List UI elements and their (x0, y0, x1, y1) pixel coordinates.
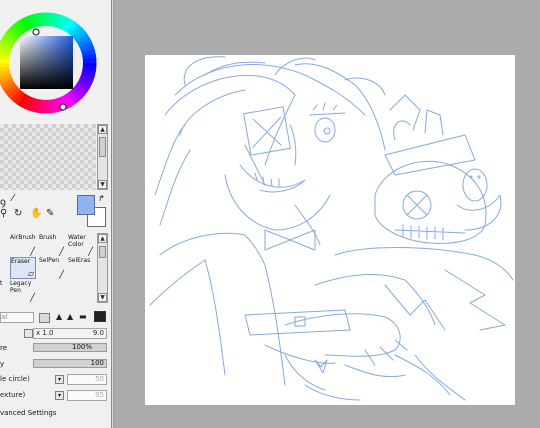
swap-colors-icon[interactable]: ↱ (98, 194, 105, 203)
panel-splitter[interactable] (112, 0, 114, 428)
tool-watercolor[interactable]: Water Color ╱ (68, 234, 94, 256)
brush-shape-row: le circle) ▾ 50 (0, 374, 111, 386)
brush-shape-dropdown[interactable]: ▾ (55, 375, 64, 384)
hue-ring-segment (0, 62, 10, 68)
brush-shape-select[interactable]: le circle) (0, 374, 50, 385)
size-lock-checkbox[interactable] (24, 329, 33, 338)
tool-airbrush[interactable]: AirBrush ╱ (10, 234, 36, 256)
scratch-pad[interactable] (0, 124, 96, 190)
tool-eraser[interactable]: Eraser ▱ (10, 257, 36, 279)
color-wheel[interactable] (0, 5, 110, 117)
rotate-icon[interactable]: ↻ (14, 208, 22, 219)
drawing-canvas[interactable] (145, 55, 515, 405)
hue-ring-segment (45, 99, 51, 114)
brush-tool-grid: AirBrush ╱ Brush ╱ Water Color ╱ Eraser … (0, 232, 100, 304)
scroll-down-icon[interactable]: ▼ (98, 180, 107, 189)
hand-icon[interactable]: ✋ (30, 208, 42, 219)
watercolor-icon: ╱ (88, 247, 93, 256)
tool-selpen[interactable]: SelPen ╱ (39, 257, 65, 279)
density-slider[interactable]: 100 (33, 359, 107, 368)
brush-grid-scrollbar[interactable]: ▲ ▼ (97, 233, 108, 303)
lasso-select-icon[interactable]: ꝯ (0, 194, 6, 208)
selpen-icon: ╱ (59, 270, 64, 279)
scroll-thumb[interactable] (99, 246, 106, 258)
tool-brush[interactable]: Brush ╱ (39, 234, 65, 256)
eyedropper-icon[interactable]: ✎ (46, 208, 54, 219)
scratch-pad-scrollbar[interactable]: ▲ ▼ (97, 124, 108, 190)
airbrush-icon: ╱ (30, 247, 35, 256)
tool-legacy-pen[interactable]: Legacy Pen ╱ (10, 280, 36, 302)
shape-sharp-icon[interactable]: ▲ (56, 312, 62, 321)
shape-round-icon[interactable]: ▲ (67, 312, 73, 321)
hue-ring-segment (82, 58, 97, 64)
brush-texture-row: exture) ▾ 95 (0, 390, 111, 402)
scroll-down-icon[interactable]: ▼ (98, 293, 107, 302)
eraser-icon: ▱ (27, 269, 34, 278)
blend-mode-row: al ▲ ▲ ▬ (0, 311, 111, 324)
tool-partial[interactable]: t (0, 280, 8, 302)
shape-flat-icon[interactable]: ▬ (79, 312, 87, 321)
hue-ring-segment (41, 12, 47, 27)
magic-wand-icon[interactable]: ⁄ (12, 193, 14, 204)
tool-panel: ▲ ▼ ꝯ ⁄ ⚲ ↻ ✋ ✎ ↱ AirBrush ╱ Brush ╱ Wat… (0, 0, 112, 428)
size-field[interactable]: x 1.0 9.0 (33, 328, 107, 339)
scroll-up-icon[interactable]: ▲ (98, 234, 107, 243)
brush-icon: ╱ (59, 247, 64, 256)
min-size-row: re 100% (0, 342, 111, 354)
brush-texture-strength[interactable]: 95 (67, 390, 107, 401)
legacy-pen-icon: ╱ (30, 293, 35, 302)
size-row: x 1.0 9.0 (0, 328, 111, 340)
shape-square-icon[interactable] (94, 311, 106, 322)
blend-mode-dropdown[interactable] (39, 313, 50, 323)
sketch-artwork (149, 56, 514, 401)
sv-cursor[interactable] (59, 103, 67, 111)
min-size-slider[interactable]: 100% (33, 343, 107, 352)
foreground-color-swatch[interactable] (77, 195, 95, 215)
blend-mode-select[interactable]: al (0, 312, 34, 323)
tool-seleras[interactable]: SelEras (68, 257, 94, 279)
tool-icons: ꝯ ⁄ ⚲ ↻ ✋ ✎ (0, 193, 72, 230)
density-row: y 100 (0, 358, 111, 370)
brush-texture-select[interactable]: exture) (0, 390, 50, 401)
advanced-settings-row[interactable]: vanced Settings (0, 407, 111, 419)
brush-shape-strength[interactable]: 50 (67, 374, 107, 385)
scroll-up-icon[interactable]: ▲ (98, 125, 107, 134)
brush-texture-dropdown[interactable]: ▾ (55, 391, 64, 400)
scroll-thumb[interactable] (99, 137, 106, 157)
zoom-icon[interactable]: ⚲ (0, 208, 7, 219)
